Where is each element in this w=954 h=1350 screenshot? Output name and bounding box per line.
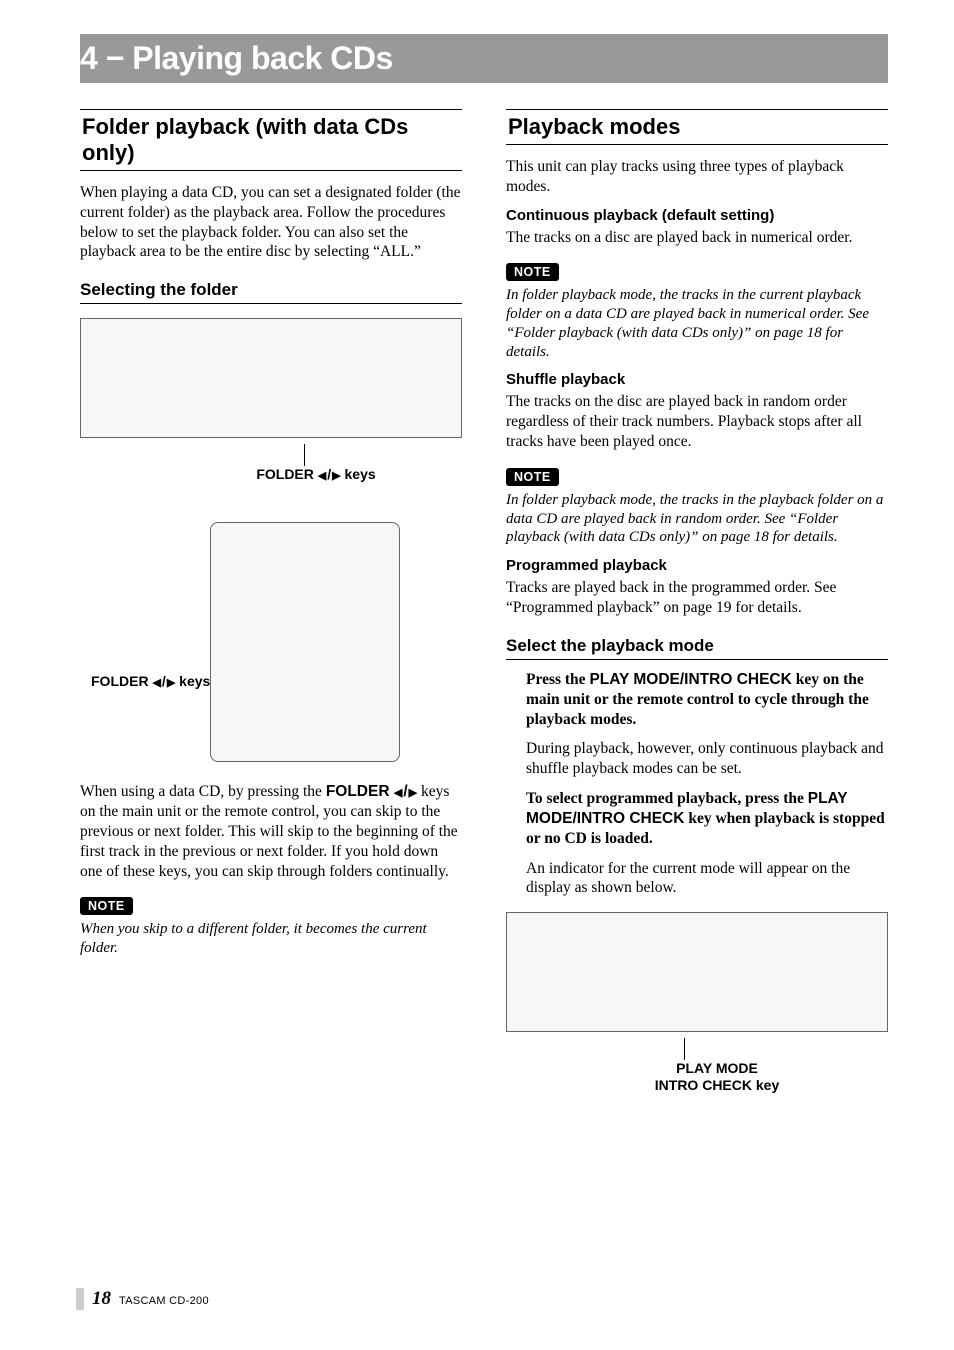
heading-shuffle: Shuffle playback — [506, 371, 888, 388]
note-tag: NOTE — [506, 263, 559, 281]
note-shuffle: In folder playback mode, the tracks in t… — [506, 491, 888, 547]
figure-main-unit-playmode — [506, 912, 888, 1032]
text-run: Press the — [526, 671, 589, 688]
note-tag: NOTE — [506, 468, 559, 486]
callout-prefix: FOLDER — [256, 466, 317, 482]
shuffle-desc: The tracks on the disc are played back i… — [506, 392, 888, 451]
text-run: When using a data CD, by pressing the — [80, 783, 326, 800]
programmed-desc: Tracks are played back in the programmed… — [506, 578, 888, 618]
text-run: To select programmed playback, press the — [526, 790, 808, 807]
folder-button-label: FOLDER / — [326, 783, 417, 800]
callout-folder-keys-main: FOLDER / keys — [170, 466, 462, 482]
step-press-playmode: Press the PLAY MODE/INTRO CHECK key on t… — [526, 670, 888, 729]
step-programmed: To select programmed playback, press the… — [526, 789, 888, 848]
callout-suffix: keys — [175, 673, 210, 689]
folder-intro: When playing a data CD, you can set a de… — [80, 183, 462, 262]
triangle-left-icon — [318, 466, 326, 482]
callout-line — [684, 1038, 685, 1060]
subheading-select-mode: Select the playback mode — [506, 636, 888, 660]
modes-intro: This unit can play tracks using three ty… — [506, 157, 888, 197]
chapter-title: 4 − Playing back CDs — [80, 40, 393, 76]
heading-continuous: Continuous playback (default setting) — [506, 207, 888, 224]
callout-prefix: FOLDER — [91, 673, 152, 689]
text-run: FOLDER — [326, 783, 394, 800]
callout-folder-keys-remote: FOLDER / keys — [91, 673, 210, 689]
callout-playmode-key: PLAY MODE INTRO CHECK key — [546, 1060, 888, 1094]
callout-line — [304, 444, 305, 466]
triangle-right-icon — [332, 466, 340, 482]
note-tag: NOTE — [80, 897, 133, 915]
heading-programmed: Programmed playback — [506, 557, 888, 574]
folder-keys-paragraph: When using a data CD, by pressing the FO… — [80, 782, 462, 881]
slash: / — [161, 673, 167, 689]
subheading-selecting-folder: Selecting the folder — [80, 280, 462, 304]
triangle-right-icon — [167, 673, 175, 689]
figure-remote-control: FOLDER / keys — [210, 522, 400, 762]
page-number: 18 — [92, 1288, 111, 1310]
right-column: Playback modes This unit can play tracks… — [506, 109, 888, 1094]
step-indicator: An indicator for the current mode will a… — [526, 859, 888, 899]
playmode-button-label: PLAY MODE/INTRO CHECK — [589, 671, 791, 688]
step-playback-note: During playback, however, only continuou… — [526, 739, 888, 779]
figure-main-unit-front — [80, 318, 462, 438]
slash: / — [402, 783, 408, 800]
model-label: TASCAM CD-200 — [119, 1295, 209, 1307]
callout-line2: INTRO CHECK key — [546, 1077, 888, 1094]
page-footer: 18 TASCAM CD-200 — [76, 1288, 209, 1310]
left-column: Folder playback (with data CDs only) Whe… — [80, 109, 462, 1094]
note-skip-folder: When you skip to a different folder, it … — [80, 920, 462, 958]
note-continuous: In folder playback mode, the tracks in t… — [506, 286, 888, 361]
triangle-left-icon — [152, 673, 160, 689]
chapter-bar: 4 − Playing back CDs — [80, 34, 888, 83]
callout-line1: PLAY MODE — [546, 1060, 888, 1077]
continuous-desc: The tracks on a disc are played back in … — [506, 228, 888, 248]
triangle-right-icon — [409, 783, 417, 800]
section-playback-modes: Playback modes — [506, 109, 888, 145]
callout-suffix: keys — [341, 466, 376, 482]
section-folder-playback: Folder playback (with data CDs only) — [80, 109, 462, 171]
